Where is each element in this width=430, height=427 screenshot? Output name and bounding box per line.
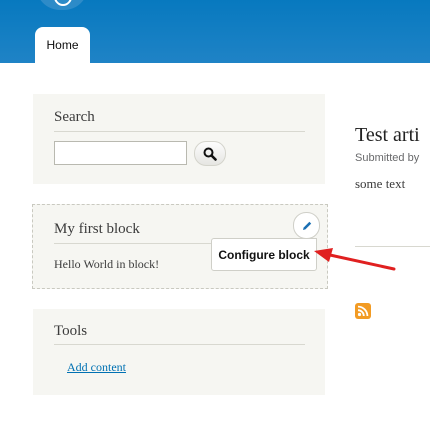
annotation-arrow [314, 248, 396, 271]
